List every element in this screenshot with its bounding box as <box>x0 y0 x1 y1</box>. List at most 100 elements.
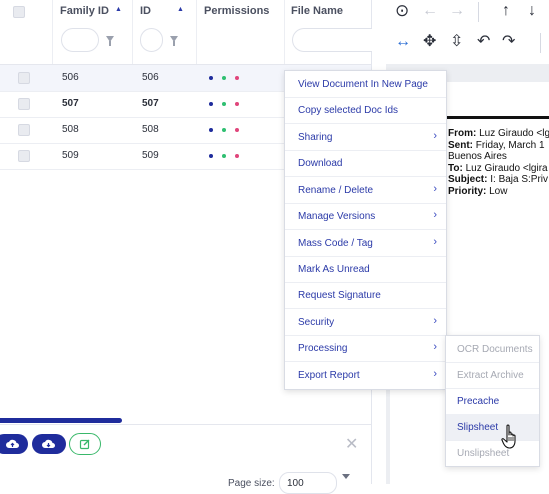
column-family-id-label[interactable]: Family ID <box>60 5 109 17</box>
fit-height-icon[interactable]: ⇳ <box>450 34 463 50</box>
pan-icon[interactable]: ✥ <box>423 34 436 50</box>
row-checkbox[interactable] <box>18 98 30 110</box>
permission-dot <box>222 76 226 80</box>
column-id-label[interactable]: ID <box>140 5 151 17</box>
back-icon[interactable]: ← <box>422 3 438 19</box>
family-id-cell: 508 <box>62 124 79 135</box>
column-permissions-label[interactable]: Permissions <box>204 5 269 17</box>
select-all-column <box>0 0 53 64</box>
cloud-upload-icon <box>6 439 19 448</box>
family-id-cell: 506 <box>62 72 79 83</box>
menu-item-label: Mark As Unread <box>298 264 370 275</box>
menu-item-label: Processing <box>298 343 348 354</box>
permission-dot <box>222 128 226 132</box>
submenu-item-precache[interactable]: Precache <box>446 388 539 415</box>
permission-dot <box>235 154 239 158</box>
submenu-item-label: Precache <box>457 396 500 407</box>
column-family-id[interactable]: Family ID ▲ <box>52 0 133 64</box>
permission-dot <box>222 154 226 158</box>
submenu-item-ocr-documents[interactable]: OCR Documents <box>446 336 539 363</box>
menu-item-security[interactable]: Security › <box>285 309 446 336</box>
fit-width-icon[interactable]: ↔ <box>395 34 411 50</box>
menu-item-label: Export Report <box>298 370 360 381</box>
toolbar-divider <box>540 33 541 53</box>
id-filter-input[interactable] <box>140 28 163 52</box>
chevron-right-icon: › <box>433 368 437 380</box>
processing-submenu: OCR Documents Extract Archive Precache S… <box>445 335 540 467</box>
hand-cursor-icon <box>501 424 516 449</box>
menu-item-rename-delete[interactable]: Rename / Delete › <box>285 177 446 204</box>
menu-item-label: Sharing <box>298 132 333 143</box>
edit-icon <box>79 439 90 450</box>
submenu-item-slipsheet[interactable]: Slipsheet <box>446 414 539 441</box>
menu-item-export-report[interactable]: Export Report › <box>285 362 446 388</box>
chevron-right-icon: › <box>433 315 437 327</box>
rotate-left-icon[interactable]: ↶ <box>477 34 490 50</box>
page-size-select[interactable]: 100 <box>279 472 337 494</box>
permission-dot <box>222 102 226 106</box>
cloud-upload-button[interactable] <box>0 434 28 454</box>
id-cell: 508 <box>142 124 159 135</box>
priority-value: Low <box>489 185 508 197</box>
cloud-download-button[interactable] <box>32 434 66 454</box>
column-permissions[interactable]: Permissions <box>196 0 285 64</box>
menu-item-copy-selected-doc-ids[interactable]: Copy selected Doc Ids <box>285 97 446 124</box>
previous-document-icon[interactable]: ↑ <box>502 3 510 19</box>
sent-value: Friday, March 1 <box>475 139 545 151</box>
menu-item-label: Request Signature <box>298 290 381 301</box>
progress-bar <box>0 418 122 423</box>
menu-item-manage-versions[interactable]: Manage Versions › <box>285 203 446 230</box>
submenu-item-label: Slipsheet <box>457 422 499 433</box>
sort-asc-icon[interactable]: ▲ <box>177 6 184 13</box>
permission-dot <box>235 128 239 132</box>
sort-asc-icon[interactable]: ▲ <box>115 6 122 13</box>
column-file-name[interactable]: File Name <box>284 0 372 64</box>
menu-item-view-document-in-new-page[interactable]: View Document In New Page <box>285 71 446 98</box>
filter-icon[interactable] <box>106 36 114 46</box>
menu-item-download[interactable]: Download <box>285 150 446 177</box>
filter-icon[interactable] <box>170 36 178 46</box>
permission-dot <box>235 76 239 80</box>
menu-item-request-signature[interactable]: Request Signature <box>285 282 446 309</box>
navigate-circle-icon[interactable]: ⊙ <box>395 2 409 19</box>
family-id-filter-input[interactable] <box>61 28 99 52</box>
column-file-name-label[interactable]: File Name <box>291 5 343 17</box>
menu-item-label: Copy selected Doc Ids <box>298 105 399 116</box>
permission-dot <box>209 154 213 158</box>
row-checkbox[interactable] <box>18 150 30 162</box>
menu-item-processing[interactable]: Processing › <box>285 335 446 362</box>
menu-item-sharing[interactable]: Sharing › <box>285 124 446 151</box>
select-all-checkbox[interactable] <box>13 6 25 18</box>
permission-dot <box>209 128 213 132</box>
menu-item-mark-as-unread[interactable]: Mark As Unread <box>285 256 446 283</box>
file-name-filter-input[interactable] <box>292 28 372 52</box>
rotate-right-icon[interactable]: ↷ <box>502 34 515 50</box>
submenu-item-extract-archive[interactable]: Extract Archive <box>446 362 539 389</box>
menu-item-mass-code-tag[interactable]: Mass Code / Tag › <box>285 230 446 257</box>
context-menu: View Document In New Page Copy selected … <box>284 70 447 390</box>
email-header-rule <box>446 116 549 119</box>
submenu-item-label: Extract Archive <box>457 370 524 381</box>
permission-dot <box>209 76 213 80</box>
close-icon[interactable]: ✕ <box>345 434 358 454</box>
chevron-right-icon: › <box>433 183 437 195</box>
chevron-right-icon: › <box>433 130 437 142</box>
next-document-icon[interactable]: ↓ <box>528 3 536 19</box>
from-value: Luz Giraudo <lg <box>479 128 549 139</box>
edit-button[interactable] <box>69 433 101 455</box>
menu-item-label: Security <box>298 317 335 328</box>
submenu-item-unslipsheet[interactable]: Unslipsheet <box>446 440 539 466</box>
row-checkbox[interactable] <box>18 72 30 84</box>
row-checkbox[interactable] <box>18 124 30 136</box>
from-label: From: <box>448 128 477 139</box>
column-id[interactable]: ID ▲ <box>132 0 197 64</box>
family-id-cell: 507 <box>62 98 79 109</box>
sent-city: Buenos Aires <box>448 151 507 162</box>
forward-icon[interactable]: → <box>449 3 465 19</box>
permission-dot <box>209 102 213 106</box>
subject-label: Subject: <box>448 174 488 185</box>
menu-item-label: View Document In New Page <box>298 79 428 90</box>
chevron-down-icon[interactable] <box>342 474 350 479</box>
viewer-toolbar: ⊙ ← → ↑ ↓ ↔ ✥ ⇳ ↶ ↷ <box>386 0 549 64</box>
priority-label: Priority: <box>448 185 487 197</box>
